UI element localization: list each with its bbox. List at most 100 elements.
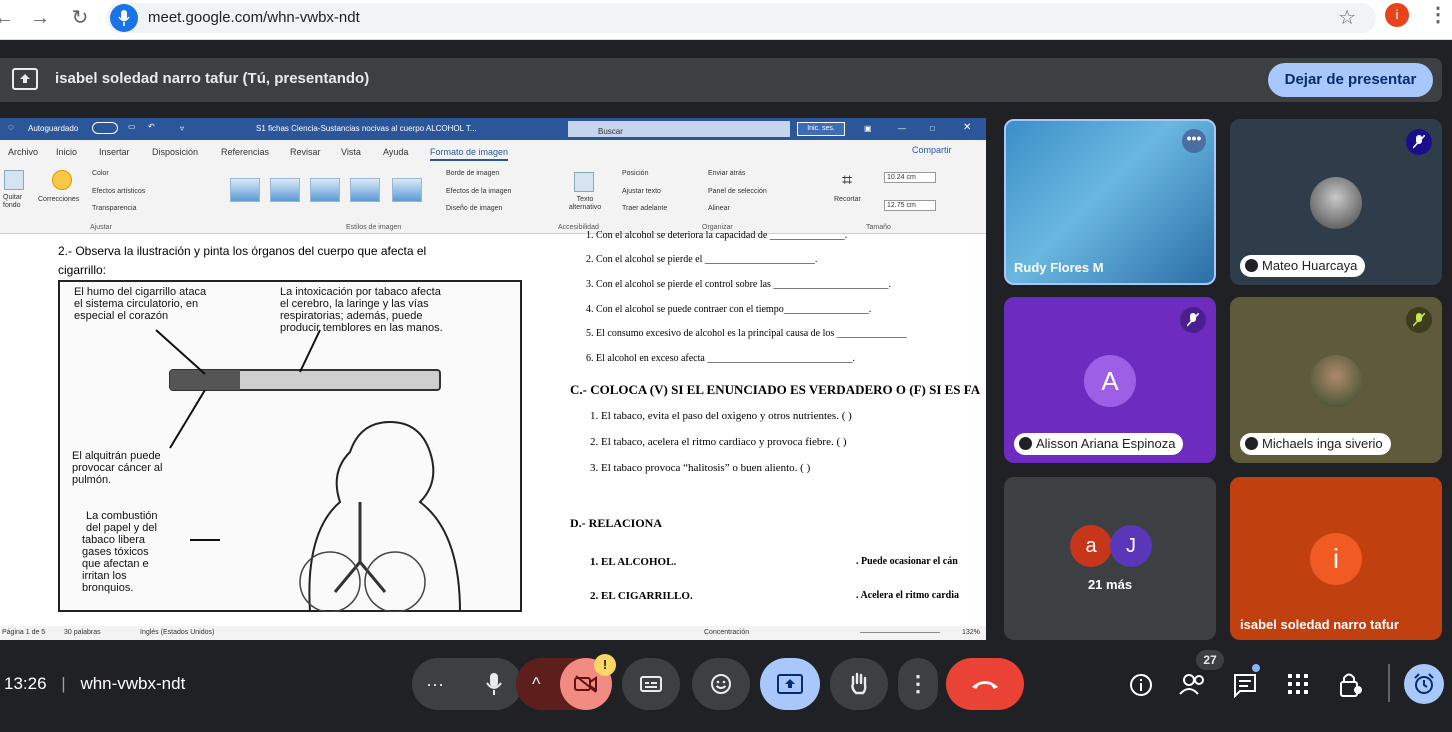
bookmark-star-icon[interactable]: ☆ <box>1338 5 1356 30</box>
timer-button[interactable] <box>1404 664 1444 704</box>
participant-tile-rudy[interactable]: ••• Rudy Flores M <box>1004 119 1216 285</box>
save-icon[interactable]: ▭ <box>128 122 136 131</box>
raise-hand-button[interactable] <box>830 658 888 710</box>
menu-ayuda[interactable]: Ayuda <box>383 147 408 157</box>
bring-forward-option[interactable]: Traer adelante <box>622 205 667 212</box>
customize-icon[interactable]: ▿ <box>180 124 184 133</box>
picture-style-thumb-4[interactable] <box>350 178 380 202</box>
camera-options-icon[interactable]: ^ <box>532 674 540 695</box>
align-option[interactable]: Alinear <box>708 205 730 212</box>
participant-name: Rudy Flores M <box>1014 260 1104 275</box>
word-ribbon: Quitar fondo Correcciones Color Efectos … <box>0 162 986 234</box>
focus-mode[interactable]: Concentración <box>704 629 749 636</box>
menu-archivo[interactable]: Archivo <box>8 147 38 157</box>
smoking-illustration[interactable]: El humo del cigarrillo ataca el sistema … <box>58 280 522 612</box>
alt-text-icon[interactable] <box>574 172 594 192</box>
picture-style-thumb-3[interactable] <box>310 178 340 202</box>
d-answer-1: . Puede ocasionar el cán <box>856 556 958 567</box>
crop-icon[interactable]: ⌗ <box>842 170 862 190</box>
participant-tile-michaels[interactable]: Michaels inga siverio <box>1230 297 1442 463</box>
send-backward-option[interactable]: Enviar atrás <box>708 170 745 177</box>
signin-button[interactable]: Inic. ses. <box>797 122 845 136</box>
q2-line2: cigarrillo: <box>58 263 107 277</box>
microphone-button[interactable] <box>470 660 518 708</box>
menu-referencias[interactable]: Referencias <box>221 147 269 157</box>
stop-presenting-button[interactable]: Dejar de presentar <box>1268 63 1433 97</box>
profile-avatar[interactable]: i <box>1385 3 1409 27</box>
picture-style-thumb-1[interactable] <box>230 178 260 202</box>
picture-style-thumb-2[interactable] <box>270 178 300 202</box>
host-controls-button[interactable] <box>1338 670 1364 698</box>
meeting-details-button[interactable] <box>1128 672 1154 698</box>
height-field[interactable]: 10.24 cm <box>884 172 936 183</box>
captions-icon <box>640 676 662 692</box>
close-icon[interactable]: ✕ <box>963 122 971 133</box>
autosave-toggle[interactable] <box>92 122 118 134</box>
shared-screen: ◌ Autoguardado ▭ ↶ ▿ S1 fichas Ciencia-S… <box>0 118 986 640</box>
raised-hand-icon <box>1245 259 1258 272</box>
word-search-box[interactable]: Buscar <box>568 121 790 137</box>
browser-menu-icon[interactable]: ⋮ <box>1428 2 1448 27</box>
picture-layout-option[interactable]: Diseño de imagen <box>446 205 502 212</box>
zoom-slider[interactable] <box>860 632 940 633</box>
more-options-icon[interactable]: ••• <box>1182 129 1206 153</box>
ill-text-1b: el sistema circulatorio, en <box>74 298 199 310</box>
artistic-effects-option[interactable]: Efectos artísticos <box>92 188 145 195</box>
wrap-text-option[interactable]: Ajustar texto <box>622 188 661 195</box>
undo-icon[interactable]: ↶ <box>148 122 155 131</box>
picture-border-option[interactable]: Borde de imagen <box>446 170 499 177</box>
menu-revisar[interactable]: Revisar <box>290 147 321 157</box>
menu-insertar[interactable]: Insertar <box>99 147 130 157</box>
corrections-sun-icon[interactable] <box>52 170 72 190</box>
color-option[interactable]: Color <box>92 170 109 177</box>
transparency-option[interactable]: Transparencia <box>92 205 137 212</box>
menu-disposicion[interactable]: Disposición <box>152 147 198 157</box>
document-page[interactable]: 2.- Observa la ilustración y pinta los ó… <box>12 230 980 612</box>
leave-call-button[interactable] <box>946 658 1024 710</box>
zoom-level[interactable]: 132% <box>962 629 980 636</box>
width-field[interactable]: 12.75 cm <box>884 200 936 211</box>
address-bar[interactable]: meet.google.com/whn-vwbx-ndt ☆ <box>106 3 1376 33</box>
reload-icon[interactable]: ↻ <box>66 4 94 32</box>
menu-vista[interactable]: Vista <box>341 147 361 157</box>
present-button[interactable] <box>760 658 820 710</box>
position-option[interactable]: Posición <box>622 170 648 177</box>
mic-in-use-icon[interactable] <box>110 4 138 32</box>
ill-text-3b: provocar cáncer al <box>72 462 163 474</box>
picture-effects-option[interactable]: Efectos de la imagen <box>446 188 511 195</box>
ill-text-4d: gases tóxicos <box>82 546 149 558</box>
section-c-title: C.- COLOCA (V) SI EL ENUNCIADO ES VERDAD… <box>570 382 981 397</box>
ill-text-2b: el cerebro, la laringe y las vías <box>280 298 429 310</box>
menu-inicio[interactable]: Inicio <box>56 147 77 157</box>
audio-options-icon[interactable]: ··· <box>426 674 444 695</box>
emoji-icon <box>711 674 731 694</box>
minimize-icon[interactable]: — <box>898 124 906 133</box>
ribbon-display-icon[interactable]: ▣ <box>864 124 872 133</box>
forward-arrow-icon[interactable]: → <box>26 4 54 32</box>
chat-button[interactable] <box>1232 672 1258 699</box>
maximize-icon[interactable]: □ <box>930 124 935 133</box>
hand-icon <box>851 672 867 695</box>
people-button[interactable] <box>1178 672 1208 698</box>
activities-button[interactable] <box>1286 672 1310 696</box>
participant-tile-mateo[interactable]: Mateo Huarcaya <box>1230 119 1442 285</box>
menu-formato-imagen[interactable]: Formato de imagen <box>430 147 509 161</box>
participant-tile-alisson[interactable]: A Alisson Ariana Espinoza <box>1004 297 1216 463</box>
info-icon <box>1130 674 1152 696</box>
reactions-button[interactable] <box>692 658 750 710</box>
participant-name: Mateo Huarcaya <box>1262 258 1358 273</box>
picture-style-thumb-5[interactable] <box>392 178 422 202</box>
ill-text-1: El humo del cigarrillo ataca <box>74 286 207 298</box>
remove-background-icon[interactable] <box>4 170 24 190</box>
captions-button[interactable] <box>622 658 680 710</box>
c-item-2: 2. El tabaco, acelera el ritmo cardiaco … <box>590 436 847 448</box>
more-options-button[interactable]: ⋮ <box>898 658 938 710</box>
people-icon <box>1179 674 1204 695</box>
selection-pane-option[interactable]: Panel de selección <box>708 188 767 195</box>
back-arrow-icon[interactable]: ← <box>0 4 18 32</box>
share-button[interactable]: Compartir <box>912 145 952 155</box>
microphone-icon <box>486 673 502 695</box>
participant-tile-self[interactable]: i isabel soledad narro tafur <box>1230 477 1442 640</box>
more-participants-tile[interactable]: a J 21 más <box>1004 477 1216 640</box>
estilos-group-label: Estilos de imagen <box>346 224 402 231</box>
